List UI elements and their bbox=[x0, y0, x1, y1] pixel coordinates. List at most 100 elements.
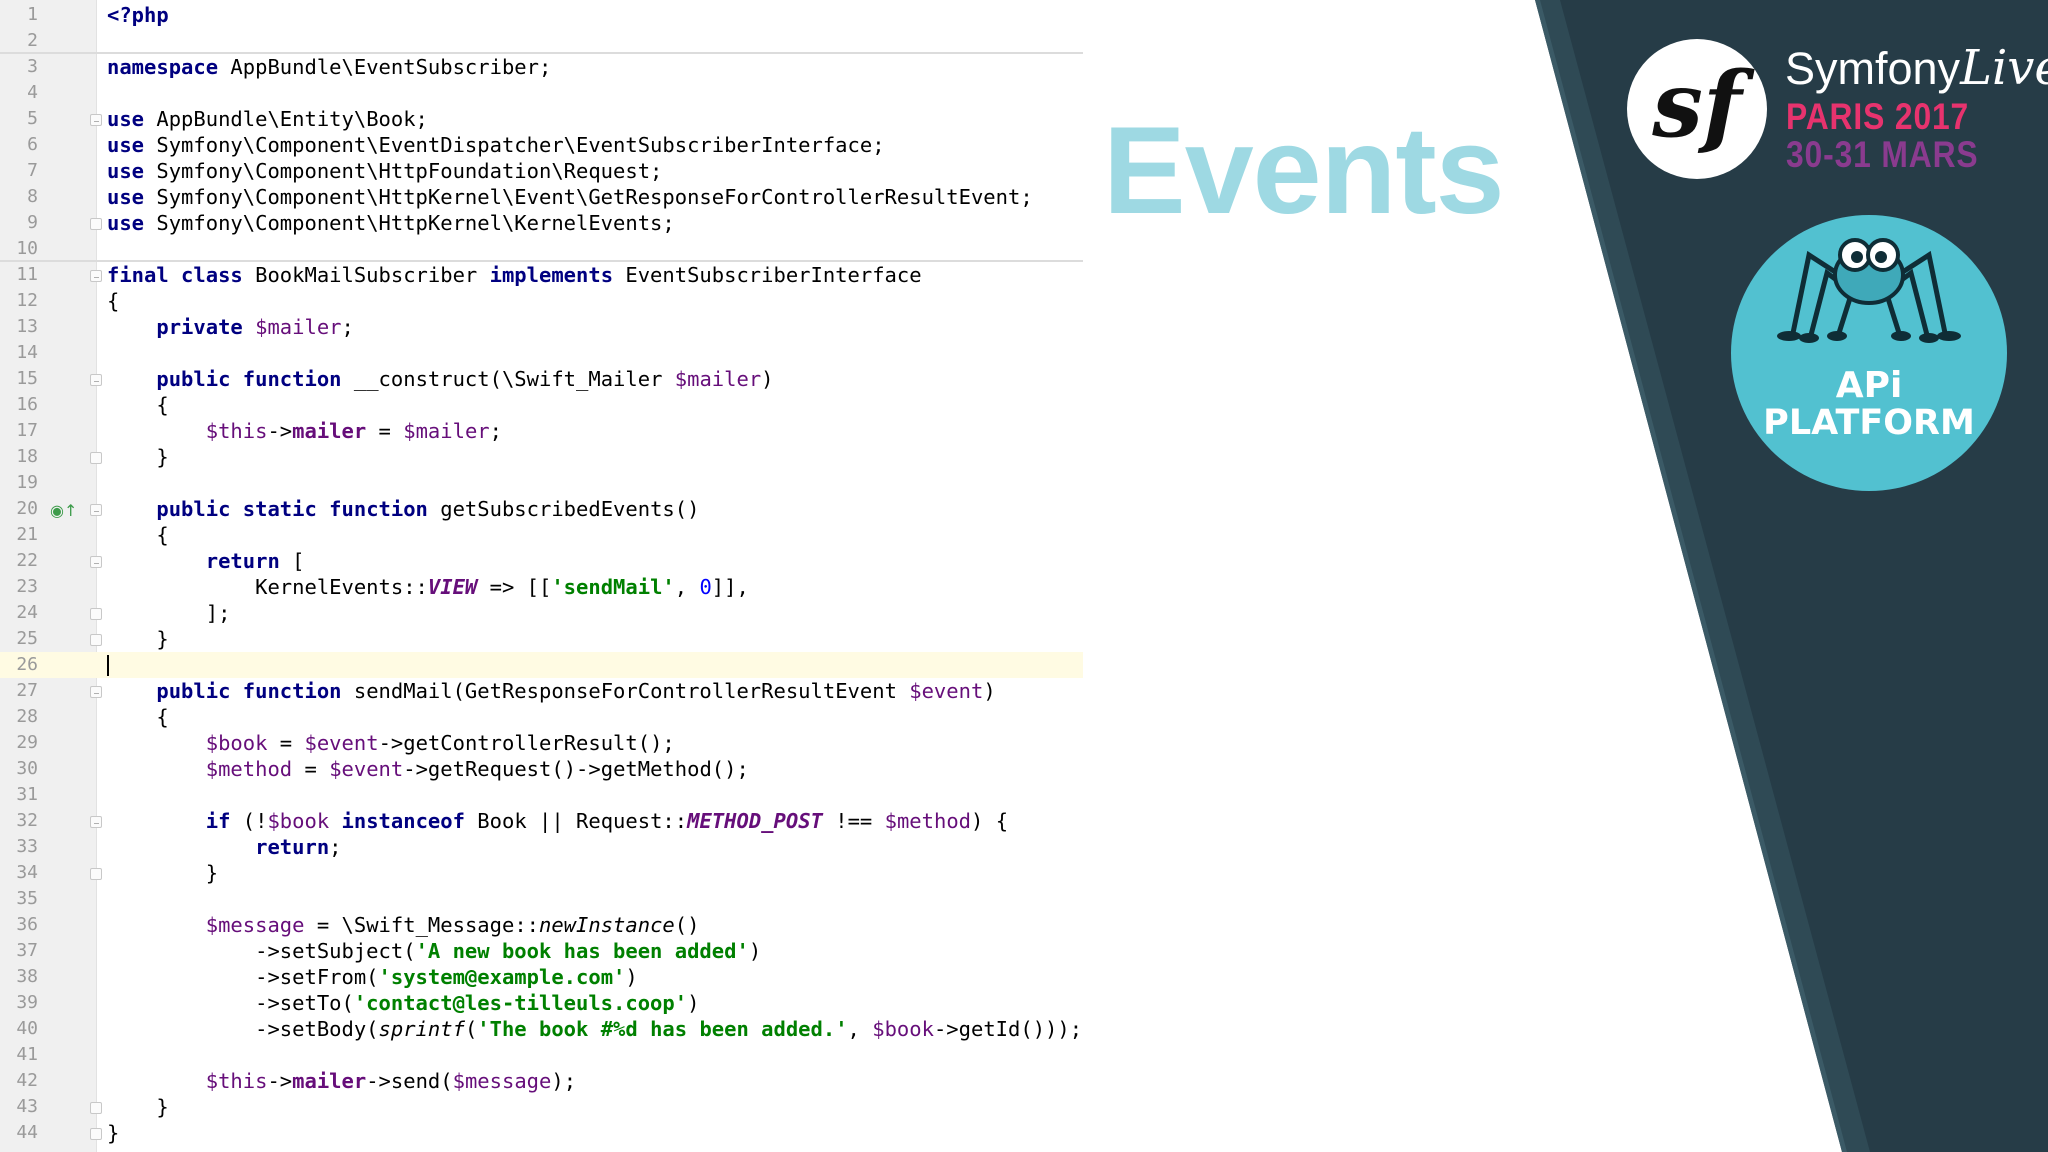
code-line[interactable]: 15 public function __construct(\Swift_Ma… bbox=[0, 366, 1083, 392]
code-line[interactable]: 39 ->setTo('contact@les-tilleuls.coop') bbox=[0, 990, 1083, 1016]
code-line[interactable]: 20 ◉↑ public static function getSubscribe… bbox=[0, 496, 1083, 522]
code-line[interactable]: 34 } bbox=[0, 860, 1083, 886]
code-line[interactable]: 40 ->setBody(sprintf('The book #%d has b… bbox=[0, 1016, 1083, 1042]
code-text[interactable]: $book = $event->getControllerResult(); bbox=[107, 730, 675, 756]
code-line[interactable]: 8 use Symfony\Component\HttpKernel\Event\… bbox=[0, 184, 1083, 210]
code-text[interactable]: $this->mailer = $mailer; bbox=[107, 418, 502, 444]
code-text[interactable]: { bbox=[107, 522, 168, 548]
code-line[interactable]: 4 bbox=[0, 80, 1083, 106]
fold-end-icon[interactable] bbox=[90, 868, 102, 880]
code-text[interactable]: if (!$book instanceof Book || Request::M… bbox=[107, 808, 1008, 834]
code-text[interactable]: } bbox=[107, 1120, 119, 1146]
code-text[interactable]: use Symfony\Component\HttpFoundation\Req… bbox=[107, 158, 662, 184]
code-line[interactable]: 22 return [ bbox=[0, 548, 1083, 574]
fold-end-icon[interactable] bbox=[90, 634, 102, 646]
code-text[interactable]: $method = $event->getRequest()->getMetho… bbox=[107, 756, 749, 782]
code-text[interactable]: use AppBundle\Entity\Book; bbox=[107, 106, 428, 132]
fold-collapse-icon[interactable] bbox=[90, 114, 102, 126]
code-line[interactable]: 18 } bbox=[0, 444, 1083, 470]
code-line[interactable]: 16 { bbox=[0, 392, 1083, 418]
code-line[interactable]: 1 <?php bbox=[0, 2, 1083, 28]
code-editor[interactable]: 1 <?php 2 3 namespace AppBundle\EventSubscri… bbox=[0, 0, 1083, 1152]
code-line[interactable]: 31 bbox=[0, 782, 1083, 808]
code-line[interactable]: 10 bbox=[0, 236, 1083, 262]
code-text[interactable]: } bbox=[107, 1094, 168, 1120]
override-icon[interactable]: ◉↑ bbox=[50, 498, 77, 524]
fold-collapse-icon[interactable] bbox=[90, 374, 102, 386]
code-line[interactable]: 9 use Symfony\Component\HttpKernel\Kernel… bbox=[0, 210, 1083, 236]
code-token: ->setBody( bbox=[107, 1017, 379, 1041]
code-text[interactable]: <?php bbox=[107, 2, 169, 28]
code-line[interactable]: 2 bbox=[0, 28, 1083, 54]
code-line[interactable]: 38 ->setFrom('system@example.com') bbox=[0, 964, 1083, 990]
code-line[interactable]: 41 bbox=[0, 1042, 1083, 1068]
fold-end-icon[interactable] bbox=[90, 452, 102, 464]
code-line[interactable]: 29 $book = $event->getControllerResult()… bbox=[0, 730, 1083, 756]
code-token: $event bbox=[304, 731, 379, 755]
fold-end-icon[interactable] bbox=[90, 608, 102, 620]
code-line[interactable]: 7 use Symfony\Component\HttpFoundation\Re… bbox=[0, 158, 1083, 184]
code-line[interactable]: 36 $message = \Swift_Message::newInstanc… bbox=[0, 912, 1083, 938]
code-text[interactable]: { bbox=[107, 392, 168, 418]
code-line[interactable]: 3 namespace AppBundle\EventSubscriber; bbox=[0, 54, 1083, 80]
code-text[interactable]: return; bbox=[107, 834, 341, 860]
code-text[interactable]: public function sendMail(GetResponseForC… bbox=[107, 678, 995, 704]
code-line[interactable]: 32 if (!$book instanceof Book || Request… bbox=[0, 808, 1083, 834]
fold-end-icon[interactable] bbox=[90, 1128, 102, 1140]
code-line[interactable]: 33 return; bbox=[0, 834, 1083, 860]
line-number: 21 bbox=[16, 524, 38, 545]
code-line[interactable]: 5 use AppBundle\Entity\Book; bbox=[0, 106, 1083, 132]
code-text[interactable]: public function __construct(\Swift_Maile… bbox=[107, 366, 773, 392]
code-text[interactable]: public static function getSubscribedEven… bbox=[107, 496, 699, 522]
fold-collapse-icon[interactable] bbox=[90, 270, 102, 282]
fold-end-icon[interactable] bbox=[90, 218, 102, 230]
code-line[interactable]: 24 ]; bbox=[0, 600, 1083, 626]
code-line[interactable]: 27 public function sendMail(GetResponseF… bbox=[0, 678, 1083, 704]
code-line[interactable]: 11 final class BookMailSubscriber impleme… bbox=[0, 262, 1083, 288]
code-lines[interactable]: 1 <?php 2 3 namespace AppBundle\EventSubscri… bbox=[0, 2, 1083, 1146]
code-text[interactable]: private $mailer; bbox=[107, 314, 354, 340]
code-text[interactable]: return [ bbox=[107, 548, 305, 574]
code-line[interactable]: 37 ->setSubject('A new book has been add… bbox=[0, 938, 1083, 964]
code-text[interactable]: } bbox=[107, 444, 168, 470]
code-text[interactable]: final class BookMailSubscriber implement… bbox=[107, 262, 922, 288]
code-token: use bbox=[107, 185, 145, 209]
code-line[interactable]: 44} bbox=[0, 1120, 1083, 1146]
code-text[interactable]: ]; bbox=[107, 600, 231, 626]
code-line[interactable]: 23 KernelEvents::VIEW => [['sendMail', 0… bbox=[0, 574, 1083, 600]
code-text[interactable]: ->setTo('contact@les-tilleuls.coop') bbox=[107, 990, 699, 1016]
code-text[interactable]: { bbox=[107, 288, 119, 314]
code-line[interactable]: 35 bbox=[0, 886, 1083, 912]
code-line[interactable]: 25 } bbox=[0, 626, 1083, 652]
fold-end-icon[interactable] bbox=[90, 1102, 102, 1114]
fold-collapse-icon[interactable] bbox=[90, 504, 102, 516]
code-line[interactable]: 17 $this->mailer = $mailer; bbox=[0, 418, 1083, 444]
code-line[interactable]: 30 $method = $event->getRequest()->getMe… bbox=[0, 756, 1083, 782]
code-line[interactable]: 42 $this->mailer->send($message); bbox=[0, 1068, 1083, 1094]
code-line[interactable]: 6 use Symfony\Component\EventDispatcher\E… bbox=[0, 132, 1083, 158]
fold-collapse-icon[interactable] bbox=[90, 686, 102, 698]
fold-collapse-icon[interactable] bbox=[90, 556, 102, 568]
code-line[interactable]: 26 bbox=[0, 652, 1083, 678]
code-line[interactable]: 19 bbox=[0, 470, 1083, 496]
code-text[interactable]: ->setSubject('A new book has been added'… bbox=[107, 938, 761, 964]
code-line[interactable]: 28 { bbox=[0, 704, 1083, 730]
code-text[interactable]: KernelEvents::VIEW => [['sendMail', 0]], bbox=[107, 574, 749, 600]
code-text[interactable]: use Symfony\Component\HttpKernel\Event\G… bbox=[107, 184, 1033, 210]
code-text[interactable]: } bbox=[107, 860, 218, 886]
code-text[interactable]: namespace AppBundle\EventSubscriber; bbox=[107, 54, 551, 80]
code-line[interactable]: 21 { bbox=[0, 522, 1083, 548]
code-text[interactable]: use Symfony\Component\EventDispatcher\Ev… bbox=[107, 132, 885, 158]
code-text[interactable]: } bbox=[107, 626, 168, 652]
code-text[interactable]: ->setBody(sprintf('The book #%d has been… bbox=[107, 1016, 1082, 1042]
code-text[interactable]: use Symfony\Component\HttpKernel\KernelE… bbox=[107, 210, 675, 236]
code-line[interactable]: 13 private $mailer; bbox=[0, 314, 1083, 340]
code-text[interactable]: { bbox=[107, 704, 168, 730]
code-line[interactable]: 14 bbox=[0, 340, 1083, 366]
code-text[interactable]: $this->mailer->send($message); bbox=[107, 1068, 576, 1094]
fold-collapse-icon[interactable] bbox=[90, 816, 102, 828]
code-text[interactable]: $message = \Swift_Message::newInstance() bbox=[107, 912, 700, 938]
code-line[interactable]: 43 } bbox=[0, 1094, 1083, 1120]
code-line[interactable]: 12 { bbox=[0, 288, 1083, 314]
code-text[interactable]: ->setFrom('system@example.com') bbox=[107, 964, 638, 990]
